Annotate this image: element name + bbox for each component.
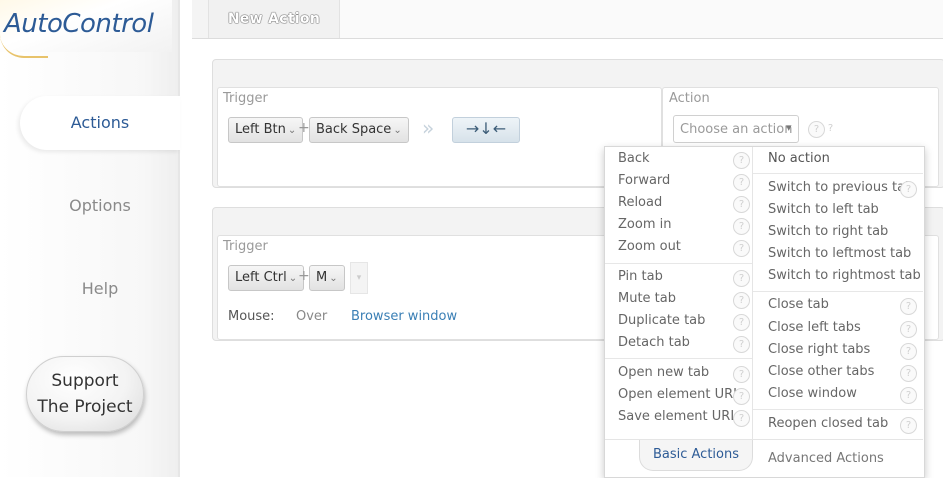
menu-item-close-window[interactable]: Close window bbox=[768, 386, 857, 401]
sidebar-item-actions[interactable]: Actions bbox=[20, 96, 180, 150]
help-icon[interactable]: ? bbox=[733, 410, 750, 427]
menu-item-back[interactable]: Back bbox=[618, 151, 650, 166]
chevron-down-icon: ▾ bbox=[356, 273, 362, 283]
help-icon[interactable]: ? bbox=[733, 314, 750, 331]
menu-item-mute-tab[interactable]: Mute tab bbox=[618, 291, 676, 306]
menu-item-detach-tab[interactable]: Detach tab bbox=[618, 335, 690, 350]
menu-item-open-element-url[interactable]: Open element URL bbox=[618, 387, 740, 402]
menu-separator bbox=[753, 409, 923, 410]
sidebar-item-options[interactable]: Options bbox=[20, 179, 180, 233]
add-key-dropdown[interactable]: ▾ bbox=[350, 262, 368, 294]
logo: AutoControl bbox=[0, 0, 172, 58]
plus-sign: + bbox=[298, 268, 310, 284]
menu-separator bbox=[753, 291, 923, 292]
help-icon[interactable]: ? bbox=[900, 343, 917, 360]
double-chevron-icon: » bbox=[422, 116, 435, 140]
chevron-down-icon: ⌄ bbox=[288, 273, 298, 284]
help-icon[interactable]: ? bbox=[733, 174, 750, 191]
support-line-2: The Project bbox=[37, 397, 133, 417]
trigger-title: Trigger bbox=[223, 91, 268, 106]
menu-item-pin-tab[interactable]: Pin tab bbox=[618, 269, 663, 284]
menu-item-switch-previous-tab[interactable]: Switch to previous tab bbox=[768, 180, 913, 195]
help-icon[interactable]: ? bbox=[733, 388, 750, 405]
menu-item-forward[interactable]: Forward bbox=[618, 173, 670, 188]
menu-item-switch-right-tab[interactable]: Switch to right tab bbox=[768, 224, 888, 239]
mouse-gesture-button[interactable]: →↓← bbox=[452, 117, 520, 143]
chevron-down-icon: ⌄ bbox=[329, 273, 338, 284]
menu-item-close-right-tabs[interactable]: Close right tabs bbox=[768, 342, 870, 357]
menu-item-zoom-in[interactable]: Zoom in bbox=[618, 217, 671, 232]
menu-item-no-action[interactable]: No action bbox=[768, 151, 830, 166]
help-icon[interactable]: ? bbox=[733, 152, 750, 169]
mouse-mode-option[interactable]: Over bbox=[296, 309, 327, 324]
help-icon[interactable]: ? bbox=[900, 298, 917, 315]
menu-item-duplicate-tab[interactable]: Duplicate tab bbox=[618, 313, 705, 328]
chevron-down-icon: ▾ bbox=[786, 121, 792, 134]
trigger-title: Trigger bbox=[223, 239, 268, 254]
tab-advanced-actions[interactable]: Advanced Actions bbox=[768, 451, 884, 466]
menu-item-switch-leftmost-tab[interactable]: Switch to leftmost tab bbox=[768, 246, 911, 261]
action-select-placeholder: Choose an action bbox=[680, 122, 793, 137]
help-icon[interactable]: ? bbox=[900, 387, 917, 404]
chevron-down-icon: ⌄ bbox=[393, 125, 402, 136]
help-icon: ? bbox=[827, 123, 834, 134]
tab-new-action[interactable]: New Action bbox=[208, 0, 340, 38]
sidebar-item-label: Actions bbox=[70, 113, 130, 132]
key-select[interactable]: Back Space ⌄ bbox=[309, 117, 409, 143]
menu-item-close-left-tabs[interactable]: Close left tabs bbox=[768, 320, 861, 335]
sidebar-item-label: Options bbox=[69, 196, 131, 215]
header-strip bbox=[192, 0, 208, 38]
chevron-down-icon: ⌄ bbox=[287, 125, 297, 136]
key-label: Left Btn bbox=[235, 122, 286, 137]
menu-separator bbox=[753, 173, 923, 174]
help-icon[interactable]: ? bbox=[900, 181, 917, 198]
support-project-button[interactable]: Support The Project bbox=[26, 356, 144, 432]
action-select[interactable]: Choose an action ▾ bbox=[673, 115, 799, 143]
help-icon[interactable]: ? bbox=[900, 365, 917, 382]
key-label: Back Space bbox=[316, 122, 392, 137]
key-select[interactable]: Left Ctrl ⌄ bbox=[228, 265, 305, 291]
key-select[interactable]: Left Btn ⌄ bbox=[228, 117, 304, 143]
help-icon[interactable]: ? bbox=[900, 417, 917, 434]
support-line-1: Support bbox=[51, 371, 119, 391]
help-icon[interactable]: ? bbox=[733, 218, 750, 235]
mouse-label: Mouse: bbox=[228, 309, 275, 324]
sidebar-item-label: Help bbox=[81, 279, 119, 298]
help-icon[interactable]: ? bbox=[733, 270, 750, 287]
menu-item-switch-left-tab[interactable]: Switch to left tab bbox=[768, 202, 879, 217]
help-icon[interactable]: ? bbox=[733, 366, 750, 383]
menu-column-divider bbox=[752, 147, 753, 439]
menu-item-reopen-closed-tab[interactable]: Reopen closed tab bbox=[768, 416, 888, 431]
help-icon[interactable]: ? bbox=[733, 336, 750, 353]
menu-item-close-tab[interactable]: Close tab bbox=[768, 297, 829, 312]
key-label: Left Ctrl bbox=[235, 270, 287, 285]
help-icon[interactable]: ? bbox=[900, 321, 917, 338]
action-title: Action bbox=[669, 91, 710, 106]
menu-separator bbox=[605, 358, 752, 359]
sidebar-item-help[interactable]: Help bbox=[20, 262, 180, 316]
menu-item-reload[interactable]: Reload bbox=[618, 195, 662, 210]
sidebar-divider bbox=[178, 0, 180, 477]
help-icon[interactable]: ? bbox=[733, 240, 750, 257]
help-icon[interactable]: ? bbox=[733, 196, 750, 213]
key-select[interactable]: M ⌄ bbox=[309, 265, 345, 291]
menu-item-zoom-out[interactable]: Zoom out bbox=[618, 239, 681, 254]
mouse-target-link[interactable]: Browser window bbox=[351, 309, 457, 324]
key-label: M bbox=[316, 270, 328, 285]
help-icon[interactable]: ? bbox=[733, 292, 750, 309]
plus-sign: + bbox=[298, 120, 310, 136]
menu-separator bbox=[605, 263, 752, 264]
menu-item-open-new-tab[interactable]: Open new tab bbox=[618, 365, 709, 380]
tab-basic-actions[interactable]: Basic Actions bbox=[639, 440, 753, 471]
logo-text: AutoControl bbox=[4, 9, 154, 39]
menu-item-switch-rightmost-tab[interactable]: Switch to rightmost tab bbox=[768, 268, 921, 283]
menu-item-close-other-tabs[interactable]: Close other tabs bbox=[768, 364, 874, 379]
menu-item-save-element-url[interactable]: Save element URL bbox=[618, 409, 738, 424]
